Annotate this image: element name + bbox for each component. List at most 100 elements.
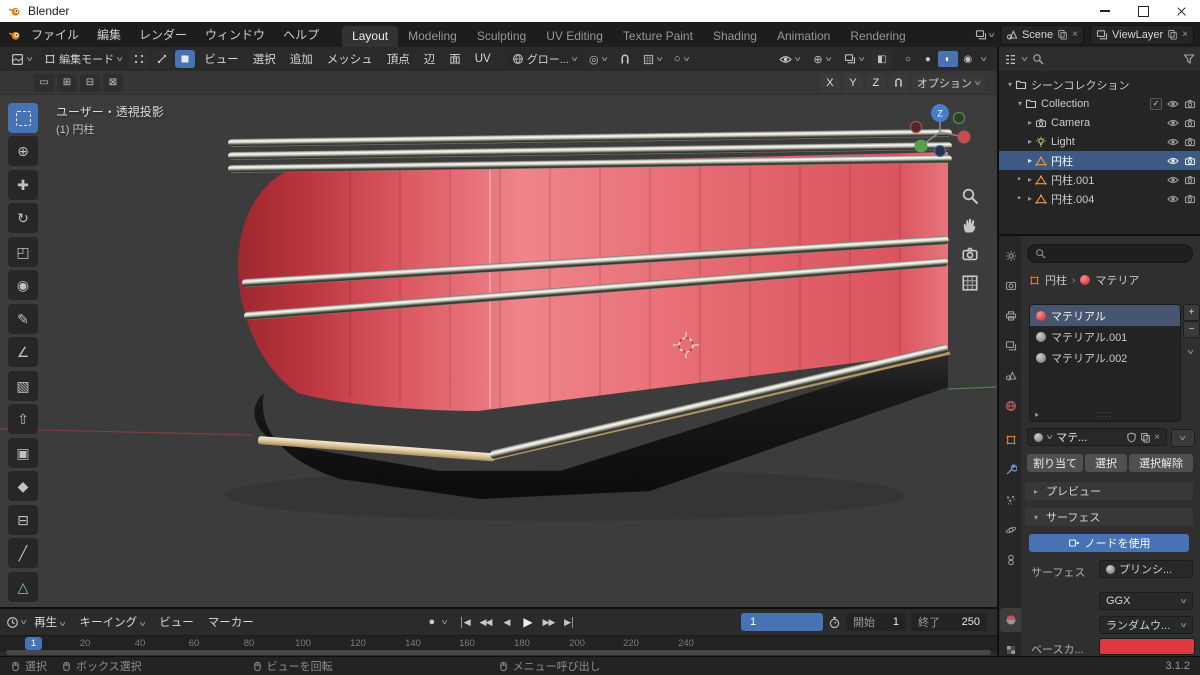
tab-view-layer[interactable] bbox=[1000, 334, 1021, 358]
frame-start-field[interactable]: 開始 1 bbox=[846, 613, 906, 631]
outliner-row-scene-collection[interactable]: ▾ シーンコレクション bbox=[999, 75, 1200, 94]
tab-tool[interactable] bbox=[1000, 244, 1021, 268]
tool-select-box[interactable] bbox=[8, 103, 38, 133]
material-slot[interactable]: マテリアル.002 bbox=[1030, 347, 1180, 368]
material-slot[interactable]: マテリアル bbox=[1030, 305, 1180, 326]
snap-toggle[interactable] bbox=[614, 50, 636, 68]
outliner-filter-icon[interactable] bbox=[1183, 53, 1195, 65]
menu-render[interactable]: レンダー bbox=[130, 26, 196, 43]
tab-particles[interactable] bbox=[1000, 488, 1021, 512]
outliner-row-cylinder-001[interactable]: • ▸ 円柱.001 bbox=[999, 170, 1200, 189]
timeline-scrollbar[interactable] bbox=[6, 650, 991, 655]
auto-key-button[interactable]: ● bbox=[421, 613, 441, 631]
slot-specials-button[interactable]: ∨ bbox=[1183, 344, 1198, 359]
tab-uv-editing[interactable]: UV Editing bbox=[536, 26, 613, 47]
menu-marker[interactable]: マーカー bbox=[202, 614, 260, 630]
pan-hand-icon[interactable] bbox=[961, 216, 979, 234]
outliner-row-cylinder[interactable]: ▸ 円柱 bbox=[999, 151, 1200, 170]
add-slot-button[interactable]: + bbox=[1183, 304, 1200, 321]
menu-add[interactable]: 追加 bbox=[284, 51, 319, 67]
proportional-edit-dropdown[interactable]: ○ ∨ bbox=[669, 50, 694, 68]
menu-mesh[interactable]: メッシュ bbox=[321, 51, 379, 67]
shading-rendered-button[interactable]: ◉ bbox=[958, 51, 978, 67]
tool-poly-build[interactable]: △ bbox=[8, 572, 38, 602]
new-layer-icon[interactable] bbox=[1167, 29, 1178, 40]
select-button[interactable]: 選択 bbox=[1085, 454, 1127, 472]
menu-playback[interactable]: 再生 ∨ bbox=[28, 614, 71, 630]
menu-view-timeline[interactable]: ビュー bbox=[153, 614, 200, 630]
tab-physics[interactable] bbox=[1000, 518, 1021, 542]
tab-scene[interactable] bbox=[1000, 364, 1021, 388]
render-camera-icon[interactable] bbox=[1184, 136, 1196, 148]
surface-shader-dropdown[interactable]: プリンシ... bbox=[1099, 560, 1193, 578]
tab-modifiers[interactable] bbox=[1000, 458, 1021, 482]
blender-menu-icon[interactable] bbox=[8, 28, 22, 42]
hide-eye-icon[interactable] bbox=[1167, 174, 1179, 186]
tab-texture-paint[interactable]: Texture Paint bbox=[613, 26, 703, 47]
face-select-button[interactable] bbox=[175, 50, 196, 68]
minimize-button[interactable] bbox=[1086, 0, 1124, 22]
tool-loop-cut[interactable]: ⊟ bbox=[8, 505, 38, 535]
select-mode-subtract-button[interactable]: ⊟ bbox=[80, 73, 100, 92]
distribution-dropdown[interactable]: GGX ∨ bbox=[1099, 592, 1193, 610]
menu-edit[interactable]: 編集 bbox=[88, 26, 130, 43]
select-mode-new-button[interactable]: ▭ bbox=[34, 73, 54, 92]
deselect-button[interactable]: 選択解除 bbox=[1129, 454, 1193, 472]
render-camera-icon[interactable] bbox=[1184, 98, 1196, 110]
shading-solid-button[interactable]: ● bbox=[918, 51, 938, 67]
gizmo-neg-z[interactable] bbox=[933, 144, 947, 158]
overlays-dropdown[interactable]: ∨ bbox=[839, 50, 869, 68]
remove-layer-icon[interactable]: × bbox=[1182, 29, 1188, 40]
tool-move[interactable]: ✚ bbox=[8, 170, 38, 200]
mirror-y-toggle[interactable]: Y bbox=[842, 73, 863, 92]
tool-inset[interactable]: ▣ bbox=[8, 438, 38, 468]
pivot-dropdown[interactable]: ◎ ∨ bbox=[584, 50, 612, 68]
material-slot[interactable]: マテリアル.001 bbox=[1030, 326, 1180, 347]
timeline-editor-icon[interactable] bbox=[6, 616, 19, 629]
menu-edge[interactable]: 辺 bbox=[418, 51, 442, 67]
hide-eye-icon[interactable] bbox=[1167, 117, 1179, 129]
visibility-dropdown[interactable]: ∨ bbox=[774, 50, 805, 68]
collection-checkbox[interactable]: ✓ bbox=[1150, 97, 1162, 110]
shading-wireframe-button[interactable]: ○ bbox=[898, 51, 918, 67]
tab-sculpting[interactable]: Sculpting bbox=[467, 26, 536, 47]
gizmo-y[interactable] bbox=[914, 139, 928, 153]
gizmos-dropdown[interactable]: ⊕ ∨ bbox=[808, 50, 835, 68]
unlink-material-icon[interactable]: × bbox=[1154, 432, 1160, 443]
editor-type-button[interactable]: ∨ bbox=[6, 50, 37, 68]
tab-render[interactable] bbox=[1000, 274, 1021, 298]
tab-modeling[interactable]: Modeling bbox=[398, 26, 467, 47]
properties-search-input[interactable] bbox=[1027, 244, 1193, 263]
tool-scale[interactable]: ◰ bbox=[8, 237, 38, 267]
tool-extrude[interactable]: ⇧ bbox=[8, 404, 38, 434]
menu-face[interactable]: 面 bbox=[443, 51, 467, 67]
vertex-select-button[interactable] bbox=[129, 50, 150, 68]
close-button[interactable] bbox=[1162, 0, 1200, 22]
jump-to-end-button[interactable]: ▶│ bbox=[559, 613, 579, 631]
add-workspace-button[interactable]: ∨ bbox=[975, 29, 996, 41]
scene-selector[interactable]: Scene × bbox=[999, 24, 1084, 45]
mode-dropdown[interactable]: 編集モード ∨ bbox=[39, 50, 128, 68]
tool-add-cube[interactable]: ▧ bbox=[8, 371, 38, 401]
hide-eye-icon[interactable] bbox=[1167, 193, 1179, 205]
material-link-dropdown[interactable]: ∨ bbox=[1171, 429, 1195, 447]
snap-options-button[interactable] bbox=[888, 73, 909, 92]
tool-knife[interactable]: ╱ bbox=[8, 538, 38, 568]
preview-panel-header[interactable]: ▸ プレビュー bbox=[1025, 482, 1193, 500]
orientation-dropdown[interactable]: グロー... ∨ bbox=[506, 50, 583, 68]
use-nodes-button[interactable]: ノードを使用 bbox=[1029, 534, 1189, 552]
menu-window[interactable]: ウィンドウ bbox=[196, 26, 274, 43]
tab-shading[interactable]: Shading bbox=[703, 26, 767, 47]
options-dropdown[interactable]: オプション ∨ bbox=[911, 73, 985, 92]
outliner-row-light[interactable]: ▸ Light bbox=[999, 132, 1200, 151]
tool-measure[interactable]: ∠ bbox=[8, 337, 38, 367]
outliner-row-cylinder-004[interactable]: • ▸ 円柱.004 bbox=[999, 189, 1200, 208]
menu-view[interactable]: ビュー bbox=[198, 51, 245, 67]
tab-material[interactable] bbox=[1000, 608, 1021, 632]
unlink-scene-icon[interactable]: × bbox=[1072, 29, 1078, 40]
mirror-z-toggle[interactable]: Z bbox=[865, 73, 886, 92]
play-button[interactable]: ▶ bbox=[517, 613, 537, 631]
breadcrumb-material[interactable]: マテリア bbox=[1095, 272, 1139, 288]
tab-rendering[interactable]: Rendering bbox=[840, 26, 915, 47]
hide-eye-icon[interactable] bbox=[1167, 155, 1179, 167]
